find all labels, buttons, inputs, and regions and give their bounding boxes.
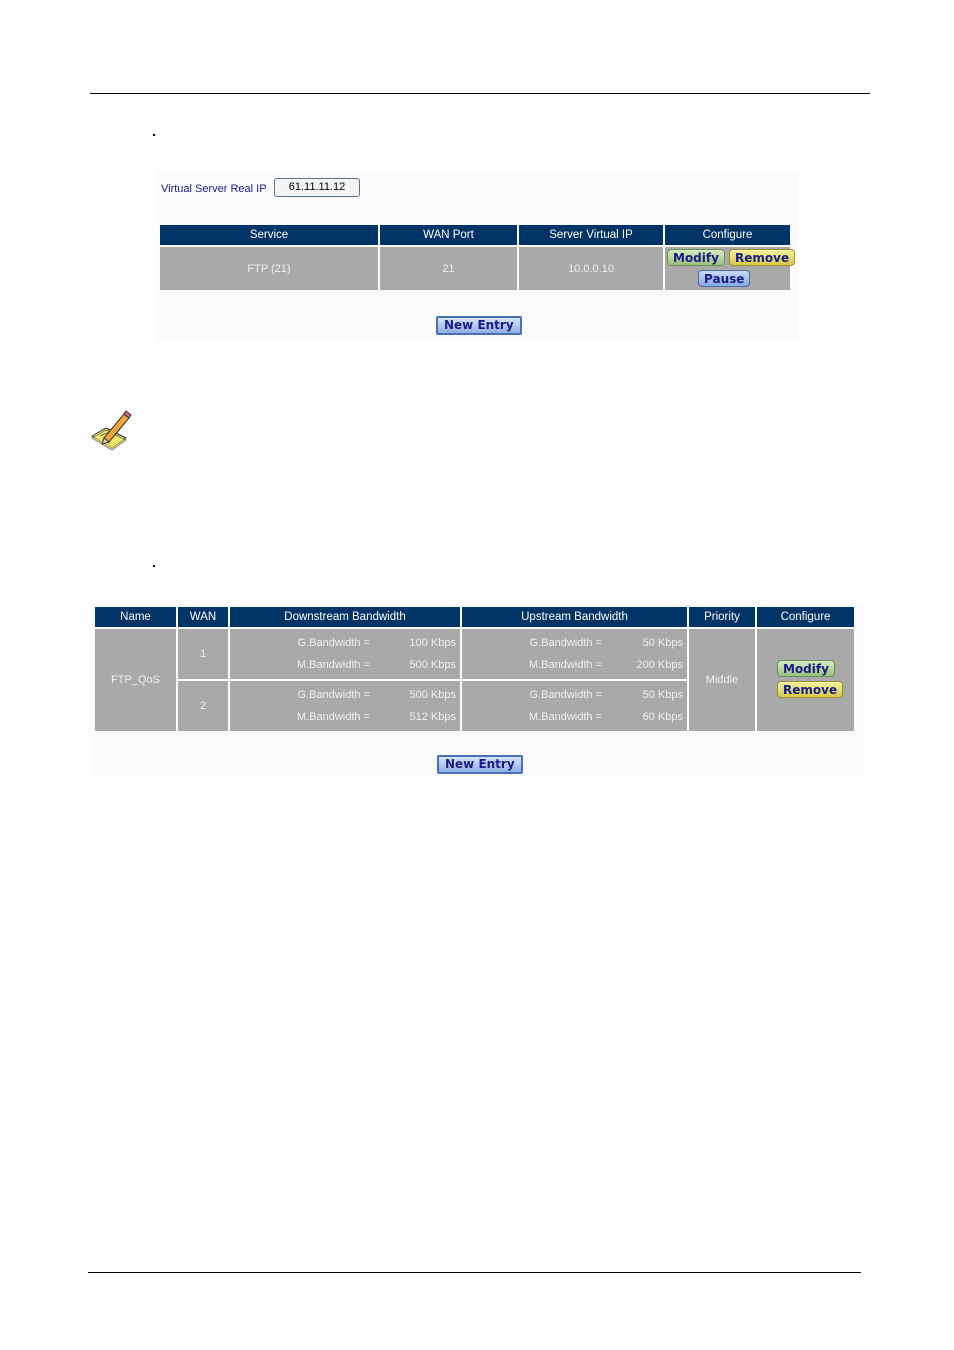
g-bandwidth-value: 50 Kbps — [642, 637, 683, 649]
g-bandwidth-label: G.Bandwidth = — [297, 689, 370, 701]
upstream-cell: G.Bandwidth = 50 Kbps M.Bandwidth = 60 K… — [462, 681, 687, 731]
footer-rule — [88, 1272, 861, 1273]
qos-table: Name WAN Downstream Bandwidth Upstream B… — [93, 605, 856, 733]
m-bandwidth-value: 500 Kbps — [409, 659, 456, 671]
upstream-cell: G.Bandwidth = 50 Kbps M.Bandwidth = 200 … — [462, 629, 687, 679]
g-bandwidth-value: 50 Kbps — [642, 689, 683, 701]
g-bandwidth-label: G.Bandwidth = — [529, 689, 602, 701]
bullet-dot — [153, 134, 155, 136]
m-bandwidth-value: 200 Kbps — [636, 659, 683, 671]
m-bandwidth-value: 512 Kbps — [409, 711, 456, 723]
m-bandwidth-value: 60 Kbps — [642, 711, 683, 723]
col-configure: Configure — [665, 225, 790, 245]
col-name: Name — [95, 607, 176, 627]
name-cell: FTP_QoS — [95, 629, 176, 731]
g-bandwidth-value: 500 Kbps — [409, 689, 456, 701]
modify-button[interactable]: Modify — [667, 249, 725, 266]
col-server-virtual-ip: Server Virtual IP — [519, 225, 663, 245]
table-header-row: Service WAN Port Server Virtual IP Confi… — [160, 225, 790, 245]
pause-button[interactable]: Pause — [698, 270, 751, 287]
modify-button[interactable]: Modify — [777, 660, 835, 677]
configure-cell: Modify Remove Pause — [665, 247, 796, 290]
virtual-server-table: Service WAN Port Server Virtual IP Confi… — [158, 223, 796, 292]
real-ip-input[interactable] — [274, 178, 360, 197]
configure-cell: Modify Remove — [757, 629, 854, 731]
new-entry-button[interactable]: New Entry — [436, 316, 522, 335]
col-upstream: Upstream Bandwidth — [462, 607, 687, 627]
m-bandwidth-label: M.Bandwidth = — [296, 711, 370, 723]
table-header-row: Name WAN Downstream Bandwidth Upstream B… — [95, 607, 854, 627]
remove-button[interactable]: Remove — [729, 249, 796, 266]
col-service: Service — [160, 225, 378, 245]
m-bandwidth-label: M.Bandwidth = — [528, 659, 602, 671]
priority-cell: Middle — [689, 629, 755, 731]
g-bandwidth-value: 100 Kbps — [409, 637, 456, 649]
m-bandwidth-label: M.Bandwidth = — [528, 711, 602, 723]
col-priority: Priority — [689, 607, 755, 627]
wan-cell: 1 — [178, 629, 228, 679]
m-bandwidth-label: M.Bandwidth = — [296, 659, 370, 671]
table-row: FTP_QoS 1 G.Bandwidth = 100 Kbps M.Bandw… — [95, 629, 854, 731]
col-downstream: Downstream Bandwidth — [230, 607, 460, 627]
g-bandwidth-label: G.Bandwidth = — [529, 637, 602, 649]
downstream-cell: G.Bandwidth = 100 Kbps M.Bandwidth = 500… — [230, 629, 460, 679]
server-virtual-ip-cell: 10.0.0.10 — [519, 247, 663, 290]
service-cell: FTP (21) — [160, 247, 378, 290]
new-entry-button[interactable]: New Entry — [437, 755, 523, 774]
wan-cell: 2 — [178, 681, 228, 731]
bullet-dot — [153, 565, 155, 567]
remove-button[interactable]: Remove — [777, 681, 844, 698]
real-ip-label: Virtual Server Real IP — [161, 183, 267, 195]
g-bandwidth-label: G.Bandwidth = — [297, 637, 370, 649]
wan-port-cell: 21 — [380, 247, 517, 290]
header-rule — [90, 93, 870, 94]
downstream-cell: G.Bandwidth = 500 Kbps M.Bandwidth = 512… — [230, 681, 460, 731]
col-wan-port: WAN Port — [380, 225, 517, 245]
col-wan: WAN — [178, 607, 228, 627]
table-row: FTP (21) 21 10.0.0.10 Modify Remove Paus… — [160, 247, 796, 290]
col-configure: Configure — [757, 607, 854, 627]
note-pencil-icon — [91, 410, 132, 451]
